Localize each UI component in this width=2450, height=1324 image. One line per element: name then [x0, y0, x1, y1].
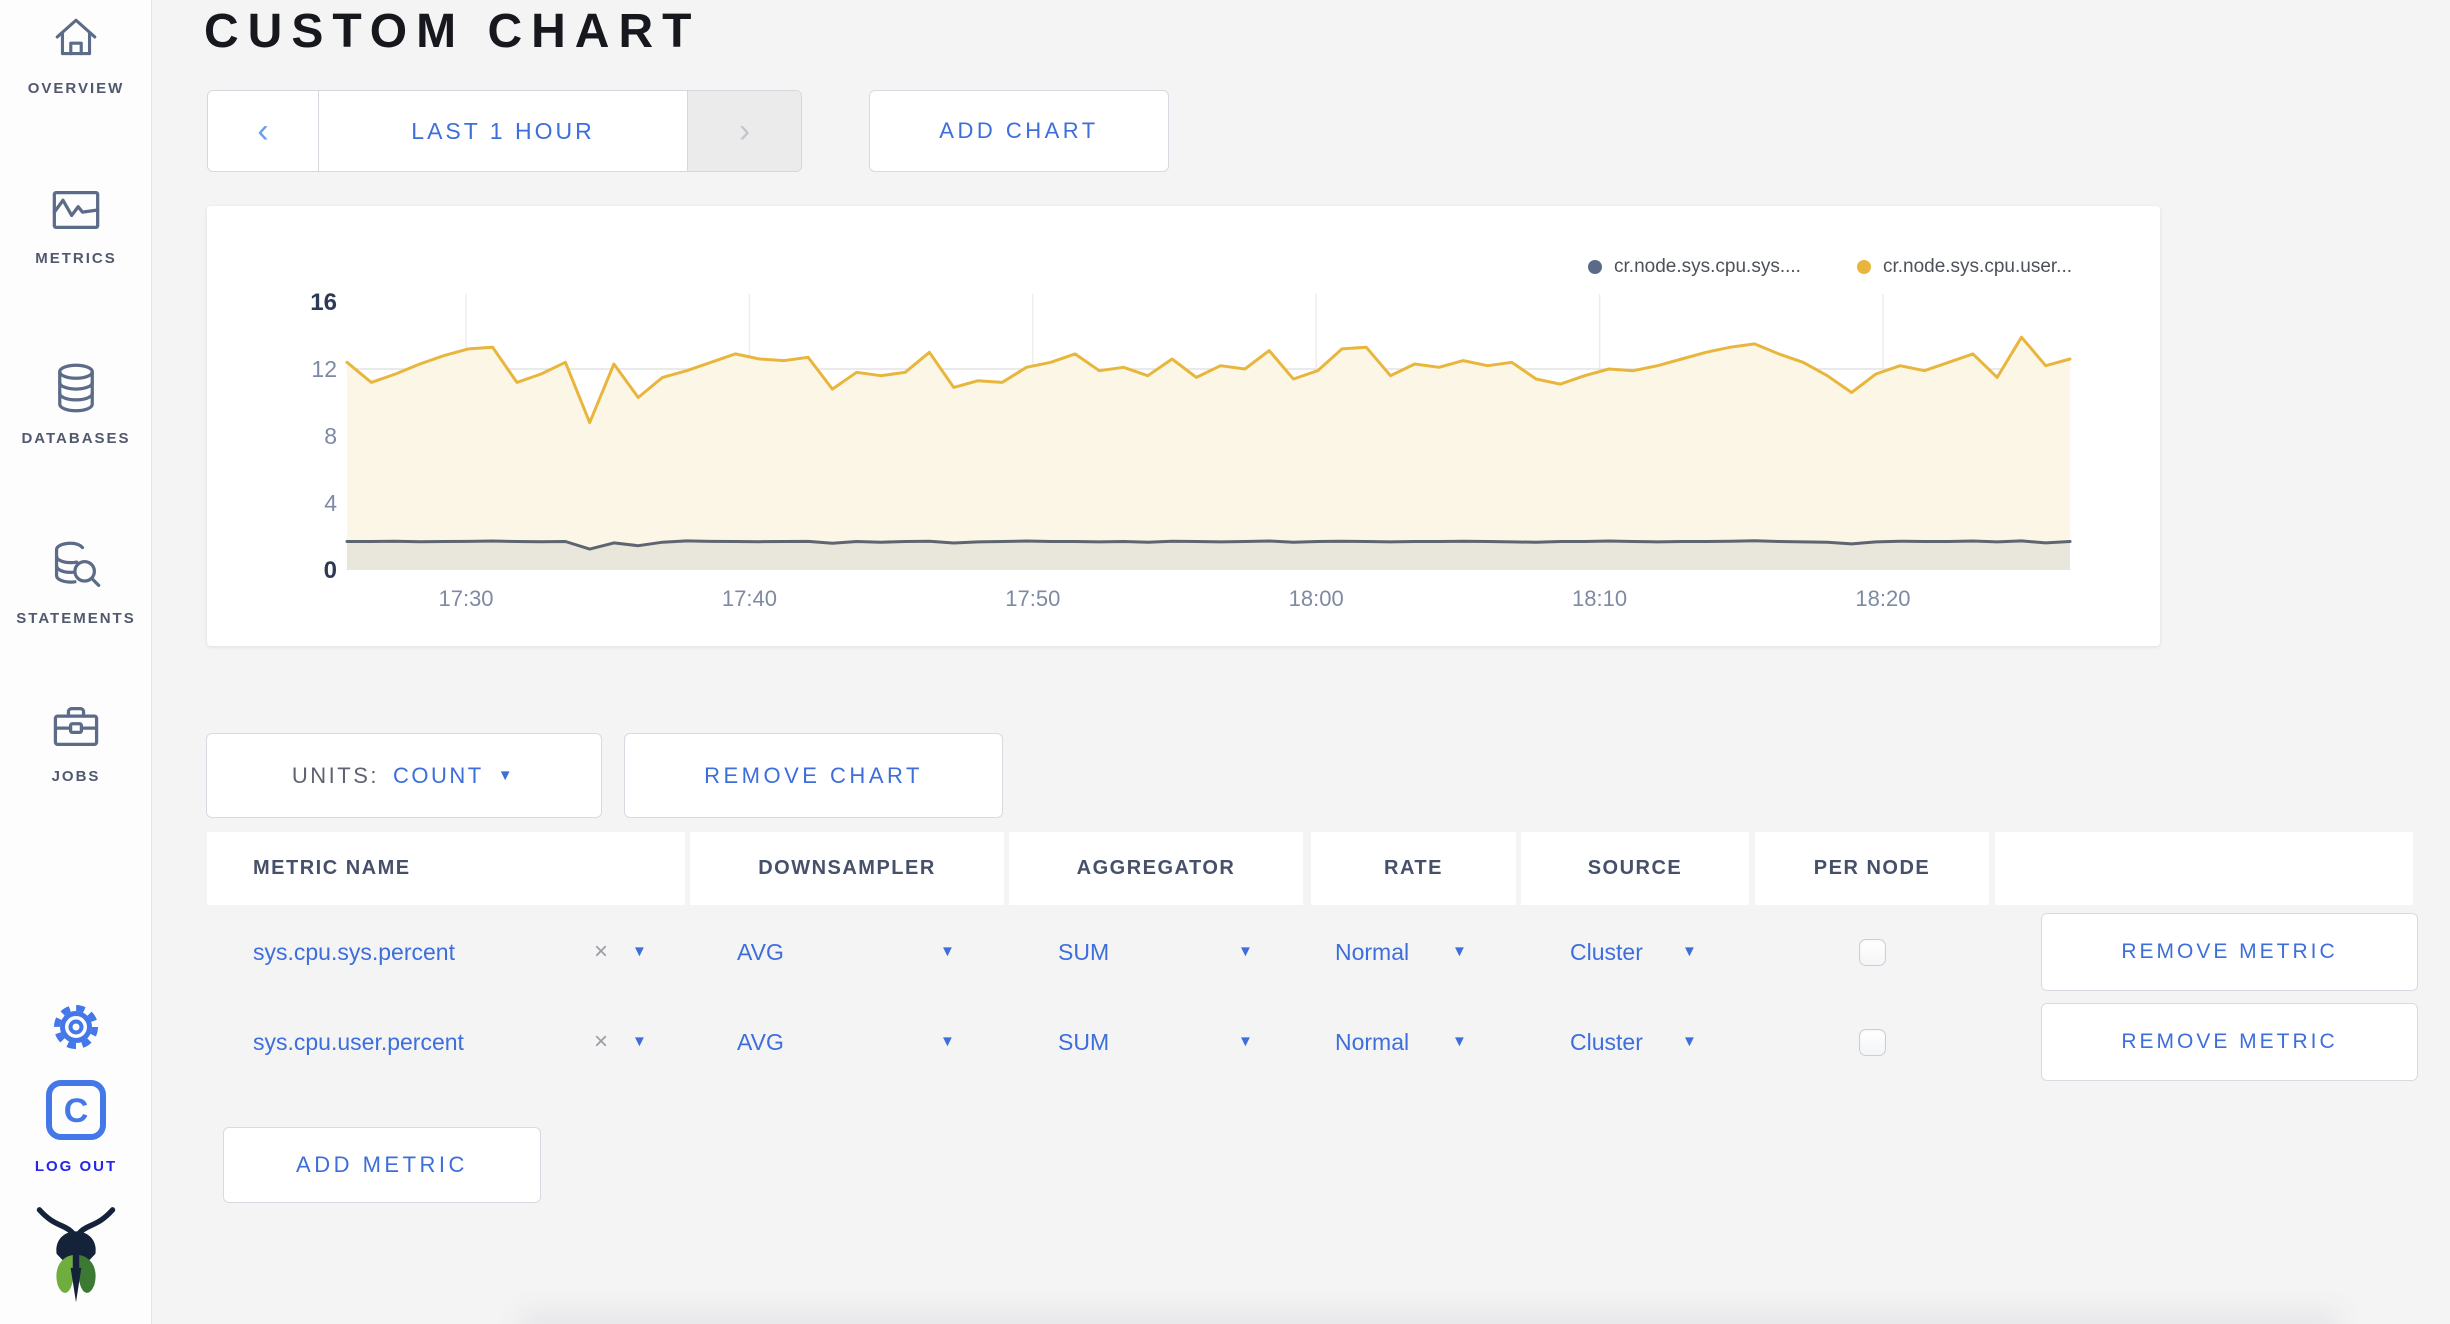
svg-text:17:40: 17:40 [722, 586, 777, 611]
metric-name-dropdown[interactable]: sys.cpu.sys.percent [253, 907, 455, 997]
legend-label: cr.node.sys.cpu.sys.... [1614, 256, 1801, 277]
app-root: OVERVIEW METRICS DATABASES STATEMENTS JO… [0, 0, 2450, 1324]
chevron-down-icon[interactable]: ▼ [1682, 997, 1697, 1087]
table-row: sys.cpu.sys.percent × ▼ AVG ▼ SUM ▼ Norm… [207, 907, 2418, 997]
chevron-down-icon[interactable]: ▼ [1452, 907, 1467, 997]
sidebar-item-metrics[interactable]: METRICS [0, 186, 152, 267]
source-dropdown[interactable]: Cluster [1570, 907, 1643, 997]
sidebar-item-statements[interactable]: STATEMENTS [0, 540, 152, 627]
chevron-down-icon[interactable]: ▼ [1238, 997, 1253, 1087]
svg-text:C: C [64, 1092, 89, 1130]
table-row: sys.cpu.user.percent × ▼ AVG ▼ SUM ▼ Nor… [207, 997, 2418, 1087]
gear-icon [54, 1005, 98, 1049]
downsampler-dropdown[interactable]: AVG [737, 907, 784, 997]
units-dropdown[interactable]: UNITS: COUNT ▼ [206, 733, 602, 818]
source-dropdown[interactable]: Cluster [1570, 997, 1643, 1087]
svg-text:4: 4 [324, 490, 337, 516]
clear-metric-icon[interactable]: × [594, 907, 608, 997]
sidebar-logo [0, 1205, 152, 1305]
database-icon [58, 363, 94, 413]
sidebar-item-overview[interactable]: OVERVIEW [0, 14, 152, 97]
chart-legend: cr.node.sys.cpu.sys.... cr.node.sys.cpu.u… [1588, 256, 2072, 278]
chevron-down-icon[interactable]: ▼ [1452, 997, 1467, 1087]
home-icon [55, 18, 97, 56]
chevron-down-icon[interactable]: ▼ [940, 997, 955, 1087]
chevron-down-icon[interactable]: ▼ [632, 997, 647, 1087]
per-node-checkbox[interactable] [1859, 939, 1886, 966]
logout-label: LOG OUT [34, 1158, 118, 1175]
sidebar-item-label: STATEMENTS [16, 610, 136, 627]
legend-item[interactable]: cr.node.sys.cpu.sys.... [1588, 256, 1801, 278]
sidebar-item-label: JOBS [51, 768, 101, 785]
aggregator-dropdown[interactable]: SUM [1058, 907, 1109, 997]
svg-text:17:30: 17:30 [438, 586, 493, 611]
column-header-per-node: PER NODE [1755, 832, 1989, 905]
metric-name-dropdown[interactable]: sys.cpu.user.percent [253, 997, 464, 1087]
statements-icon [54, 541, 101, 587]
time-range-next-button[interactable]: › [687, 91, 801, 171]
chevron-down-icon[interactable]: ▼ [940, 907, 955, 997]
remove-metric-button[interactable]: REMOVE METRIC [2041, 1003, 2418, 1081]
time-range-prev-button[interactable]: ‹ [208, 91, 319, 171]
per-node-checkbox[interactable] [1859, 1029, 1886, 1056]
chevron-down-icon[interactable]: ▼ [1682, 907, 1697, 997]
rate-dropdown[interactable]: Normal [1335, 907, 1409, 997]
chevron-right-icon: › [738, 111, 751, 150]
column-header-actions [1995, 832, 2413, 905]
svg-text:16: 16 [310, 289, 337, 316]
cockroach-logo-icon [36, 1207, 116, 1303]
legend-dot-icon [1856, 260, 1871, 274]
column-header-rate: RATE [1311, 832, 1516, 905]
units-label: UNITS: [291, 762, 380, 788]
column-header-metric-name: METRIC NAME [207, 832, 685, 905]
sidebar-item-label: DATABASES [21, 430, 131, 447]
metrics-icon [52, 191, 100, 229]
units-value: COUNT [393, 762, 484, 788]
chevron-down-icon[interactable]: ▼ [1238, 907, 1253, 997]
sidebar-item-label: METRICS [35, 250, 117, 267]
chevron-left-icon: ‹ [257, 111, 269, 150]
legend-dot-icon [1588, 260, 1603, 274]
column-header-source: SOURCE [1521, 832, 1749, 905]
jobs-icon [53, 706, 99, 746]
column-header-downsampler: DOWNSAMPLER [690, 832, 1004, 905]
add-metric-button[interactable]: ADD METRIC [223, 1127, 541, 1203]
svg-text:18:20: 18:20 [1855, 586, 1910, 611]
svg-text:17:50: 17:50 [1005, 586, 1060, 611]
remove-chart-button[interactable]: REMOVE CHART [624, 733, 1003, 818]
sidebar-logout[interactable]: C LOG OUT [0, 1078, 152, 1175]
svg-text:0: 0 [324, 557, 337, 584]
sidebar-item-databases[interactable]: DATABASES [0, 362, 152, 447]
clear-metric-icon[interactable]: × [594, 997, 608, 1087]
svg-text:18:00: 18:00 [1289, 586, 1344, 611]
chart-card: 17:30 17:40 17:50 18:00 18:10 18:20 0 4 8 12 16 cr… [207, 206, 2160, 646]
sidebar: OVERVIEW METRICS DATABASES STATEMENTS JO… [0, 0, 152, 1324]
aggregator-dropdown[interactable]: SUM [1058, 997, 1109, 1087]
rate-dropdown[interactable]: Normal [1335, 997, 1409, 1087]
sidebar-settings[interactable] [0, 1002, 152, 1052]
logout-c-icon: C [46, 1080, 106, 1140]
sidebar-item-jobs[interactable]: JOBS [0, 702, 152, 785]
svg-text:18:10: 18:10 [1572, 586, 1627, 611]
legend-item[interactable]: cr.node.sys.cpu.user... [1856, 256, 2072, 278]
legend-label: cr.node.sys.cpu.user... [1882, 256, 2072, 277]
remove-metric-button[interactable]: REMOVE METRIC [2041, 913, 2418, 991]
sidebar-item-label: OVERVIEW [27, 80, 125, 97]
column-header-aggregator: AGGREGATOR [1009, 832, 1303, 905]
next-section-shadow [520, 1310, 2340, 1324]
time-range-dropdown[interactable]: LAST 1 HOUR [319, 91, 687, 171]
svg-text:8: 8 [324, 423, 337, 449]
page-title: CUSTOM CHART [204, 5, 701, 58]
add-chart-button[interactable]: ADD CHART [869, 90, 1169, 172]
svg-text:12: 12 [311, 356, 337, 382]
chevron-down-icon: ▼ [497, 767, 517, 784]
time-range-selector: ‹ LAST 1 HOUR › [207, 90, 802, 172]
chevron-down-icon[interactable]: ▼ [632, 907, 647, 997]
downsampler-dropdown[interactable]: AVG [737, 997, 784, 1087]
